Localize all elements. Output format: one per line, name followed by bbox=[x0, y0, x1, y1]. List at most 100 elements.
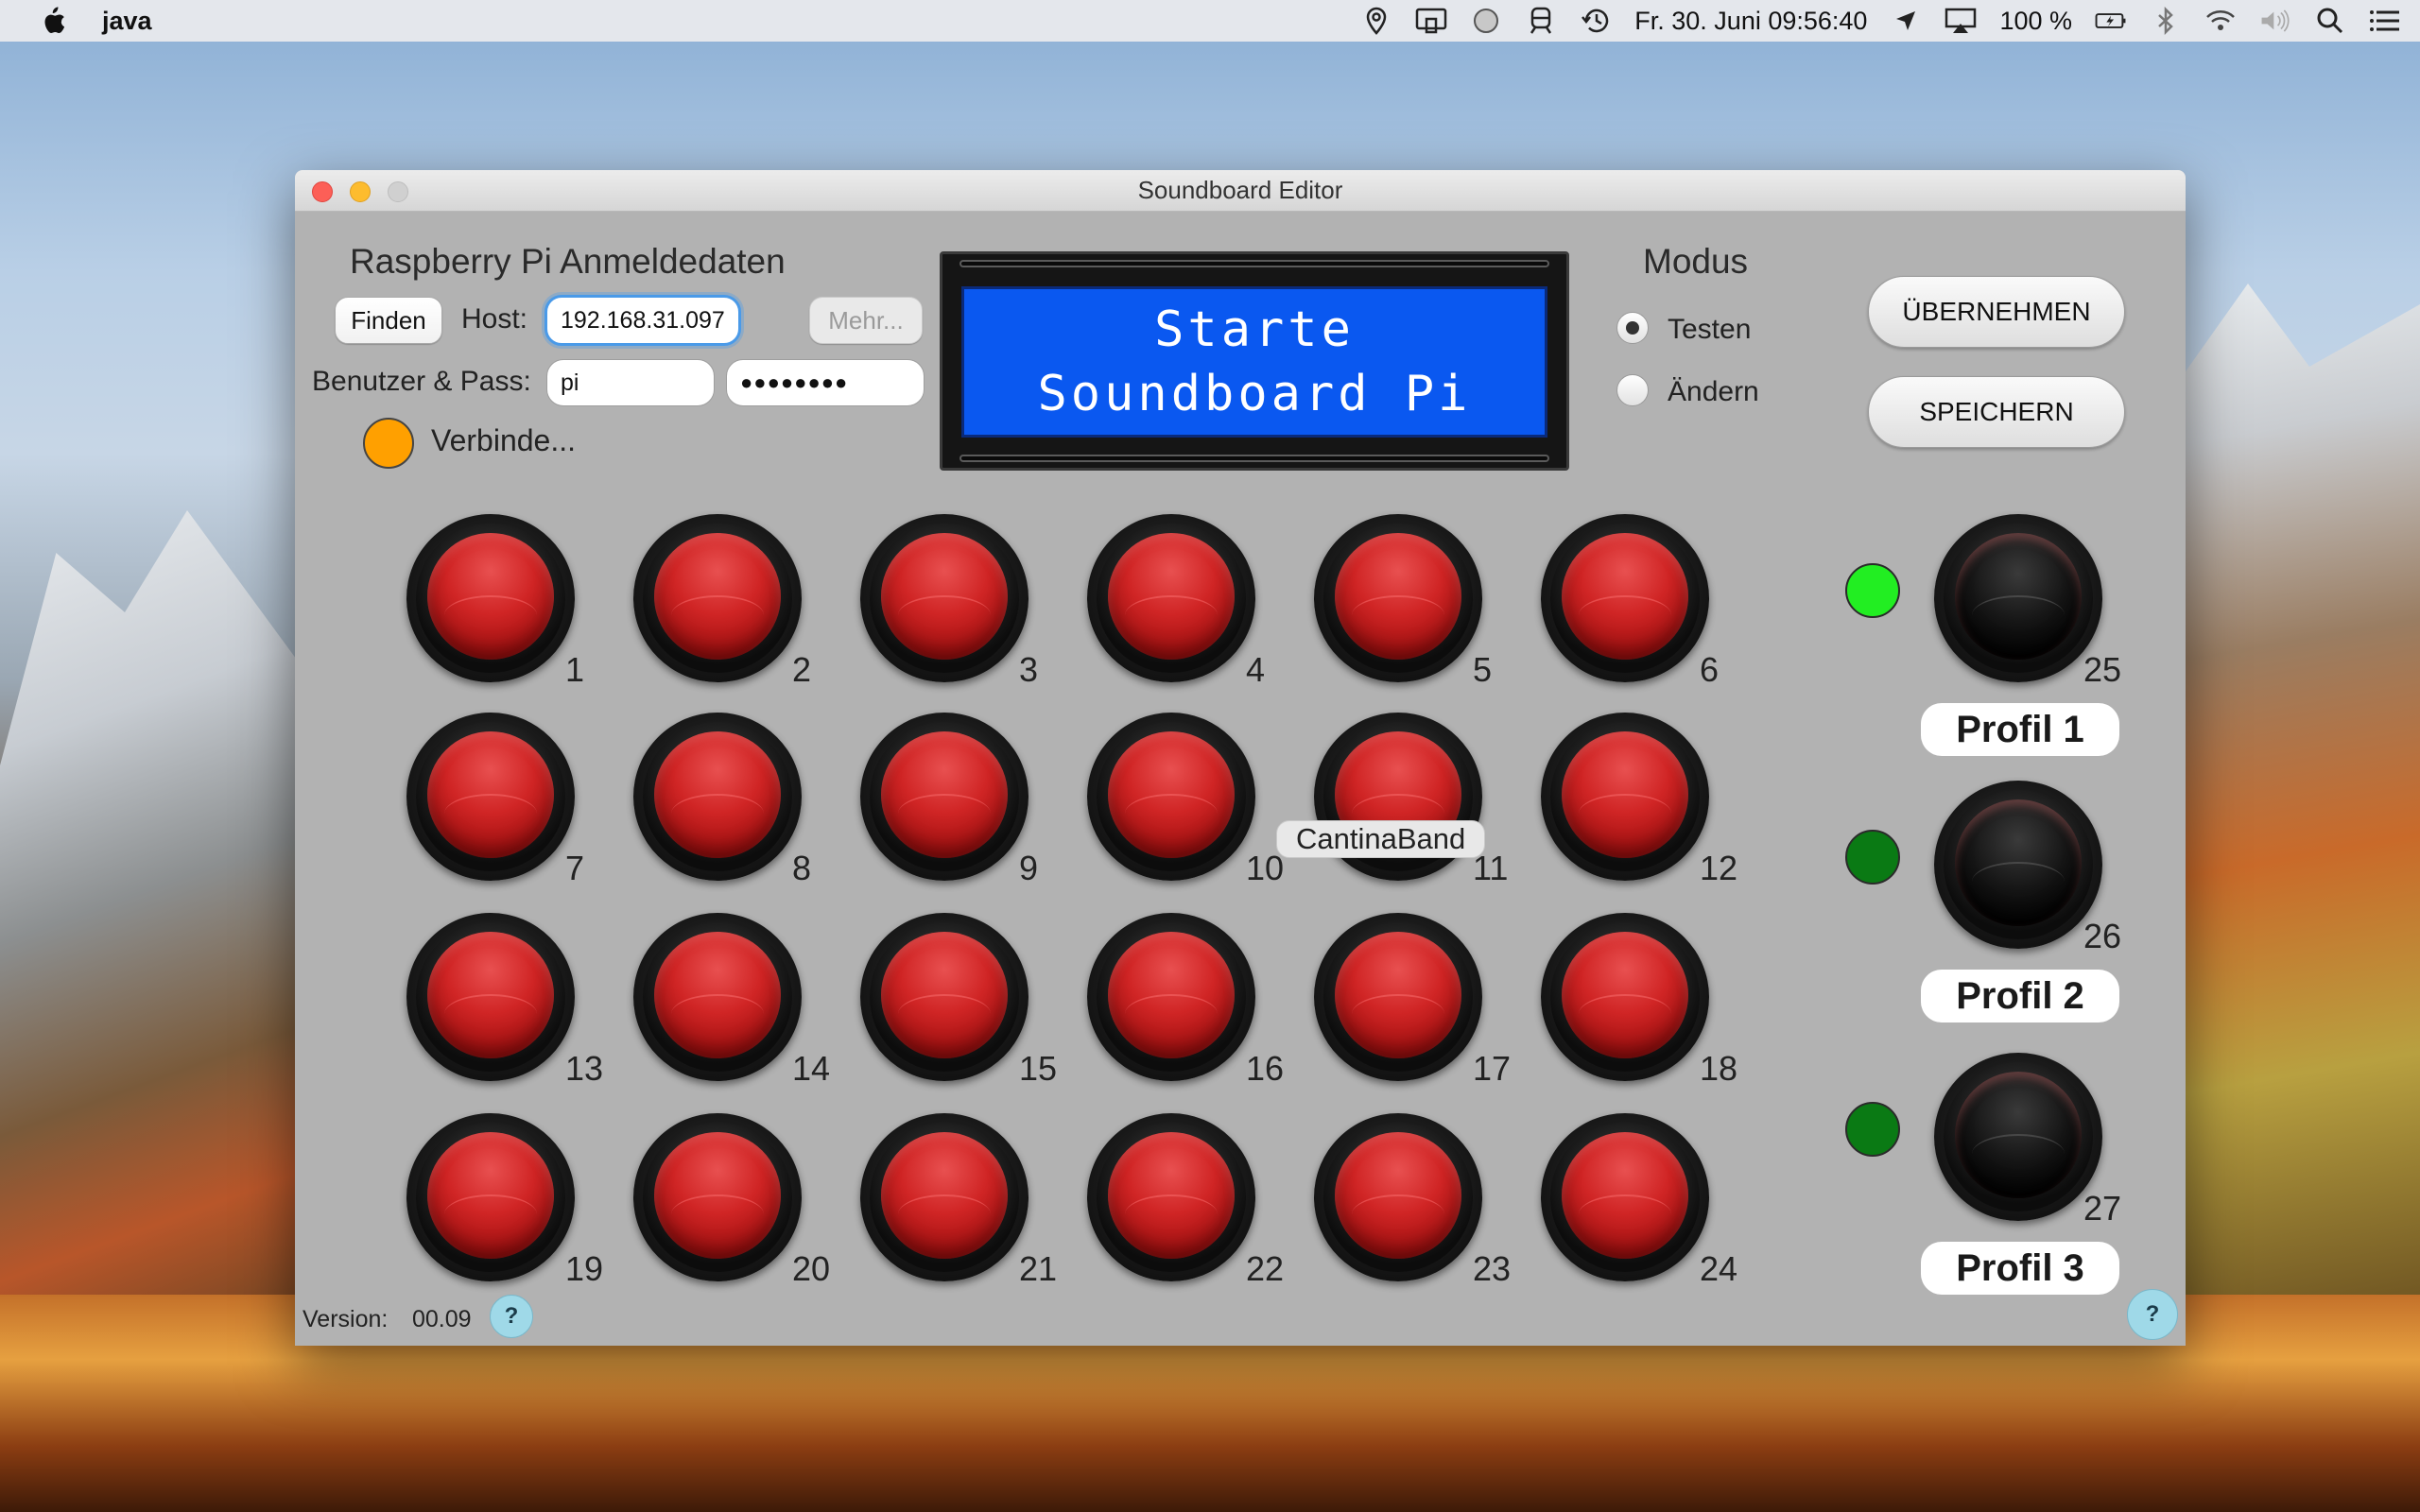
profile-label[interactable]: Profil 3 bbox=[1921, 1242, 2119, 1295]
profile-button[interactable] bbox=[1934, 781, 2102, 949]
profile-label[interactable]: Profil 2 bbox=[1921, 970, 2119, 1022]
sound-button[interactable] bbox=[1541, 913, 1709, 1081]
sound-button[interactable] bbox=[860, 1113, 1028, 1281]
more-button[interactable]: Mehr... bbox=[809, 297, 923, 344]
profile-indicator-led bbox=[1845, 563, 1900, 618]
version-help-button[interactable]: ? bbox=[490, 1295, 533, 1338]
sound-button-number: 6 bbox=[1700, 650, 1720, 689]
circle-status-icon[interactable] bbox=[1470, 7, 1502, 35]
sound-button[interactable] bbox=[633, 713, 802, 881]
time-machine-icon[interactable] bbox=[1580, 7, 1612, 35]
user-pass-label: Benutzer & Pass: bbox=[312, 366, 531, 397]
sound-button[interactable] bbox=[1541, 514, 1709, 682]
sound-button-cap bbox=[427, 1132, 554, 1259]
help-button[interactable]: ? bbox=[2127, 1289, 2178, 1340]
display-icon[interactable] bbox=[1415, 7, 1447, 35]
sound-button[interactable] bbox=[1541, 1113, 1709, 1281]
sound-button-cap bbox=[427, 731, 554, 858]
sound-button[interactable] bbox=[1087, 1113, 1255, 1281]
close-window-button[interactable] bbox=[312, 181, 333, 202]
credentials-heading: Raspberry Pi Anmeldedaten bbox=[350, 242, 786, 281]
sound-button-number: 4 bbox=[1246, 650, 1266, 689]
apple-icon[interactable] bbox=[38, 5, 66, 37]
sound-button[interactable] bbox=[633, 913, 802, 1081]
location-arrow-icon[interactable] bbox=[1890, 7, 1922, 35]
mode-test-label[interactable]: Testen bbox=[1668, 314, 1751, 346]
mode-heading: Modus bbox=[1643, 242, 1749, 281]
sound-button[interactable] bbox=[1087, 514, 1255, 682]
soundboard-editor-window: Soundboard Editor Raspberry Pi Anmeldeda… bbox=[295, 170, 2186, 1346]
menubar-clock[interactable]: Fr. 30. Juni 09:56:40 bbox=[1634, 7, 1867, 36]
lcd-line-1: Starte bbox=[1154, 301, 1355, 358]
profile-indicator-led bbox=[1845, 830, 1900, 885]
sound-button[interactable] bbox=[633, 1113, 802, 1281]
profile-button[interactable] bbox=[1934, 514, 2102, 682]
find-button[interactable]: Finden bbox=[335, 297, 442, 344]
app-menu-name[interactable]: java bbox=[102, 7, 152, 36]
mode-edit-radio[interactable] bbox=[1616, 374, 1649, 406]
airplay-icon[interactable] bbox=[1945, 7, 1977, 35]
sound-button-number: 20 bbox=[792, 1249, 831, 1288]
sound-button-number: 22 bbox=[1246, 1249, 1285, 1288]
profile-button-number: 25 bbox=[2083, 650, 2122, 689]
sound-button[interactable] bbox=[860, 713, 1028, 881]
sound-button-cap bbox=[427, 533, 554, 660]
profile-label[interactable]: Profil 1 bbox=[1921, 703, 2119, 756]
window-title: Soundboard Editor bbox=[1137, 176, 1343, 204]
host-input[interactable]: 192.168.31.097 bbox=[544, 295, 741, 346]
sound-button-cap bbox=[881, 1132, 1008, 1259]
menu-bar: java Fr. 30. Juni 09:56:40 100 % bbox=[0, 0, 2420, 42]
save-button[interactable]: SPEICHERN bbox=[1868, 376, 2125, 448]
battery-charging-icon[interactable] bbox=[2095, 7, 2127, 35]
wifi-icon[interactable] bbox=[2204, 7, 2237, 35]
sound-button-cap bbox=[1562, 932, 1688, 1058]
sound-button-number: 18 bbox=[1700, 1049, 1738, 1088]
sound-button-number: 2 bbox=[792, 650, 812, 689]
sound-button[interactable] bbox=[406, 913, 575, 1081]
sound-button-number: 10 bbox=[1246, 849, 1285, 887]
version-label: Version: bbox=[302, 1306, 389, 1332]
profile-button[interactable] bbox=[1934, 1053, 2102, 1221]
sound-button-cap bbox=[654, 533, 781, 660]
sound-button-cap bbox=[1335, 932, 1461, 1058]
sound-button-cap bbox=[1562, 533, 1688, 660]
sound-button[interactable] bbox=[1541, 713, 1709, 881]
sound-button-number: 21 bbox=[1019, 1249, 1058, 1288]
window-titlebar[interactable]: Soundboard Editor bbox=[295, 170, 2186, 212]
spotlight-search-icon[interactable] bbox=[2314, 7, 2346, 35]
sound-button[interactable] bbox=[1087, 913, 1255, 1081]
connection-status-indicator bbox=[363, 418, 414, 469]
bluetooth-icon[interactable] bbox=[2150, 7, 2182, 35]
sound-button-cap bbox=[1108, 1132, 1235, 1259]
sound-button[interactable] bbox=[860, 913, 1028, 1081]
sound-button-cap bbox=[881, 731, 1008, 858]
host-label: Host: bbox=[461, 303, 528, 335]
location-pin-icon[interactable] bbox=[1360, 7, 1392, 35]
lcd-line-2: Soundboard Pi bbox=[1037, 366, 1472, 422]
battery-percent[interactable]: 100 % bbox=[1999, 7, 2072, 36]
sound-button[interactable] bbox=[1087, 713, 1255, 881]
password-input[interactable]: ●●●●●●●● bbox=[726, 359, 925, 406]
sound-button[interactable] bbox=[406, 1113, 575, 1281]
train-icon[interactable] bbox=[1525, 7, 1557, 35]
mode-test-radio[interactable] bbox=[1616, 312, 1649, 344]
sound-button[interactable] bbox=[1314, 913, 1482, 1081]
sound-button[interactable] bbox=[1314, 514, 1482, 682]
sound-button[interactable] bbox=[406, 514, 575, 682]
zoom-window-button[interactable] bbox=[388, 181, 408, 202]
volume-icon[interactable] bbox=[2259, 7, 2291, 35]
sound-button[interactable] bbox=[1314, 1113, 1482, 1281]
lcd-screen: Starte Soundboard Pi bbox=[961, 286, 1547, 438]
version-value: 00.09 bbox=[412, 1306, 472, 1332]
sound-button-cap bbox=[1335, 1132, 1461, 1259]
sound-button-number: 9 bbox=[1019, 849, 1039, 887]
notification-center-icon[interactable] bbox=[2369, 7, 2401, 35]
username-input[interactable]: pi bbox=[546, 359, 715, 406]
sound-button[interactable] bbox=[860, 514, 1028, 682]
apply-button[interactable]: ÜBERNEHMEN bbox=[1868, 276, 2125, 348]
profile-button-cap bbox=[1955, 799, 2082, 926]
sound-button[interactable] bbox=[633, 514, 802, 682]
minimize-window-button[interactable] bbox=[350, 181, 371, 202]
sound-button[interactable] bbox=[406, 713, 575, 881]
mode-edit-label[interactable]: Ändern bbox=[1668, 376, 1759, 408]
